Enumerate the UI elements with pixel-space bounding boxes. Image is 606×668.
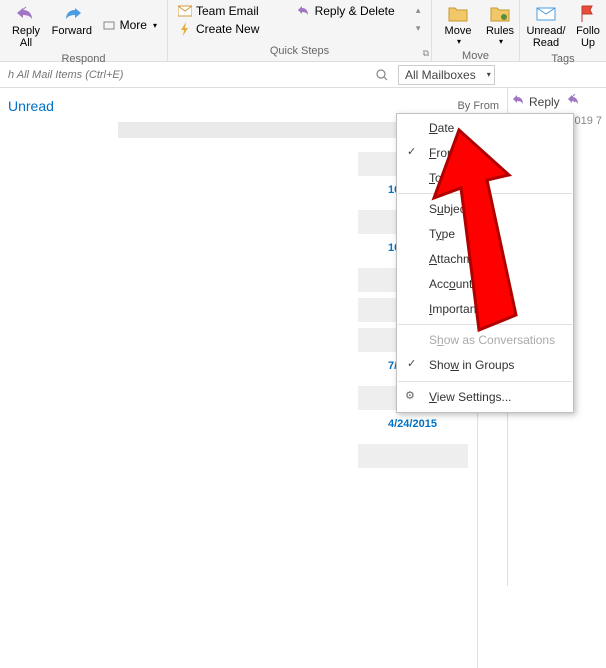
quickstep-down-button[interactable]: ▾ (411, 20, 425, 38)
forward-label: Forward (52, 25, 92, 37)
search-input[interactable] (4, 65, 175, 85)
reply-delete-icon (297, 4, 311, 18)
create-new-button[interactable]: Create New (174, 20, 293, 38)
reply-icon (512, 94, 526, 109)
ribbon: Reply All Forward More ▾ Respond Team Em… (0, 0, 606, 62)
lightning-icon (178, 22, 192, 36)
unread-read-button[interactable]: Unread/ Read (526, 2, 566, 51)
checkmark-icon: ✓ (407, 145, 416, 160)
gear-icon: ⚙ (405, 389, 415, 404)
reply-all-icon[interactable] (566, 94, 582, 109)
sort-from[interactable]: ✓From (397, 141, 573, 166)
forward-icon (60, 4, 84, 24)
sort-menu: Date ✓From To Subject Type Attachments A… (396, 113, 574, 413)
chevron-down-icon: ▾ (153, 21, 157, 30)
chevron-down-icon: ▾ (457, 37, 461, 46)
reply-all-label: Reply All (12, 25, 40, 49)
tags-group-label: Tags (526, 51, 600, 67)
rules-label: Rules (486, 25, 514, 37)
reply-delete-button[interactable]: Reply & Delete (293, 2, 412, 20)
follow-up-button[interactable]: Follo Up (568, 2, 606, 51)
forward-button[interactable]: Forward (48, 2, 96, 39)
list-item[interactable] (358, 444, 468, 468)
chevron-down-icon: ▾ (499, 37, 503, 46)
envelope-icon (534, 4, 558, 24)
mailbox-select[interactable]: All Mailboxes ▾ (398, 65, 495, 85)
reply-all-button[interactable]: Reply All (6, 2, 46, 51)
sort-to[interactable]: To (397, 166, 573, 191)
reply-button[interactable]: Reply (512, 94, 560, 109)
reply-all-icon (14, 4, 38, 24)
move-folder-icon (446, 4, 470, 24)
move-button[interactable]: Move ▾ (438, 2, 478, 48)
sort-date[interactable]: Date (397, 116, 573, 141)
move-btn-label: Move (445, 25, 472, 37)
rules-icon (488, 4, 512, 24)
reply-label: Reply (529, 95, 560, 109)
mail-icon (178, 4, 192, 18)
reply-delete-label: Reply & Delete (315, 4, 395, 18)
sort-view-settings[interactable]: ⚙View Settings... (397, 385, 573, 410)
more-icon (102, 18, 116, 32)
checkmark-icon: ✓ (407, 357, 416, 372)
rules-button[interactable]: Rules ▾ (480, 2, 520, 48)
separator (398, 324, 572, 325)
sort-type[interactable]: Type (397, 222, 573, 247)
flag-icon (576, 4, 600, 24)
quicksteps-launcher[interactable]: ⧉ (423, 48, 429, 59)
search-bar: All Mailboxes ▾ (0, 62, 606, 88)
mailbox-select-label: All Mailboxes (405, 68, 476, 82)
create-new-label: Create New (196, 22, 259, 36)
sort-account[interactable]: Account (397, 272, 573, 297)
sort-show-groups[interactable]: ✓Show in Groups (397, 353, 573, 378)
chevron-down-icon: ▾ (487, 70, 491, 79)
filter-unread[interactable]: Unread (8, 98, 54, 114)
sort-importance[interactable]: Importance (397, 297, 573, 322)
follow-up-label: Follo Up (576, 25, 600, 49)
sort-subject[interactable]: Subject (397, 197, 573, 222)
separator (398, 193, 572, 194)
sort-show-conversations: Show as Conversations (397, 328, 573, 353)
quicksteps-group-label: Quick Steps (174, 43, 425, 59)
team-email-button[interactable]: Team Email (174, 2, 293, 20)
search-icon[interactable] (376, 69, 388, 84)
team-email-label: Team Email (196, 4, 259, 18)
unread-read-label: Unread/ Read (526, 25, 565, 49)
more-label: More (120, 18, 147, 32)
sort-attachments[interactable]: Attachments (397, 247, 573, 272)
separator (398, 381, 572, 382)
quickstep-up-button[interactable]: ▴ (411, 2, 425, 20)
move-group-label: Move (438, 48, 513, 64)
more-button[interactable]: More ▾ (98, 16, 161, 34)
sort-by-label[interactable]: By From (457, 100, 499, 112)
date-header: 4/24/2015 (388, 418, 507, 430)
